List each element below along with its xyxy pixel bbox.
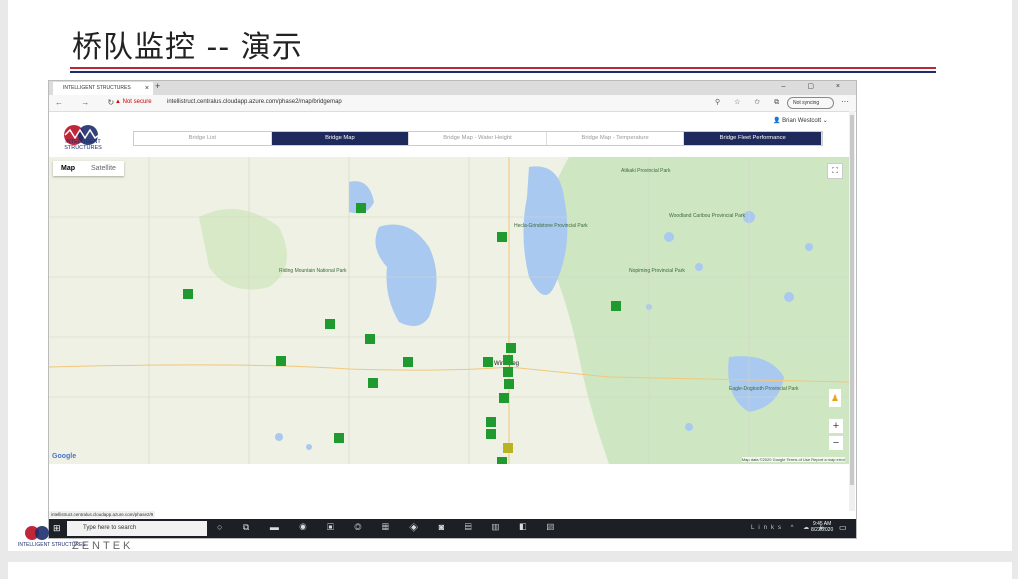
map-type-control: Map Satellite [53,161,124,176]
fullscreen-icon[interactable]: ⛶ [827,163,843,179]
zoom-in-button[interactable]: + [829,419,843,433]
place-riding-mountain: Riding Mountain National Park [279,268,347,274]
window-controls[interactable]: – ▢ × [782,82,850,90]
address-bar: ← → ↻ ▲ Not secure intellistruct.central… [49,95,856,112]
map-attribution[interactable]: Map data ©2020 Google Terms of Use Repor… [741,457,845,462]
page-scrollbar[interactable] [849,111,855,511]
bridge-marker[interactable] [503,367,513,377]
more-icon[interactable]: ⋯ [841,97,849,106]
footer-brand: ZENTEK [72,540,134,552]
bridge-marker[interactable] [504,379,514,389]
taskbar-search-input[interactable]: Type here to search [67,521,207,536]
windows-start-icon[interactable]: ⊞ [53,523,61,534]
browser-tab-title: INTELLIGENT STRUCTURES [63,85,131,91]
place-nopiming: Nopiming Provincial Park [629,268,685,274]
google-logo: Google [52,453,77,460]
bridge-marker[interactable] [334,433,344,443]
map-type-map[interactable]: Map [53,161,83,176]
sync-button[interactable]: Not syncing [787,97,835,109]
bridge-marker[interactable] [276,356,286,366]
slide-title: 桥队监控 -- 演示 [72,30,303,65]
bridge-marker[interactable] [365,334,375,344]
bridge-marker[interactable] [486,417,496,427]
bridge-marker[interactable] [611,301,621,311]
place-eagle-dogtooth: Eagle-Dogtooth Provincial Park [729,386,799,392]
bridge-marker[interactable] [506,343,516,353]
bridge-marker[interactable] [403,357,413,367]
tab-bridge-map-water-height[interactable]: Bridge Map - Water Height [409,132,547,145]
title-rule-red [70,67,936,69]
tab-bridge-fleet-performance[interactable]: Bridge Fleet Performance [684,132,822,145]
url-field[interactable]: intellistruct.centralus.cloudapp.azure.c… [167,99,342,105]
browser-tab[interactable]: INTELLIGENT STRUCTURES × [53,82,153,95]
bridge-marker[interactable] [325,319,335,329]
tab-close-icon[interactable]: × [145,82,149,95]
next-slide-edge [8,562,1012,579]
clock-date: 8/22/2020 [811,527,834,533]
map-canvas[interactable]: Riding Mountain National Park Hecla-Grin… [49,157,849,464]
place-woodland-caribou: Woodland Caribou Provincial Park [669,213,746,219]
user-menu[interactable]: 👤 Brian Westcott ⌄ [773,117,828,124]
app-nav-tabs: Bridge List Bridge Map Bridge Map - Wate… [133,131,823,146]
title-rule-navy [70,71,936,73]
map-type-satellite[interactable]: Satellite [83,161,124,176]
bridge-marker[interactable] [183,289,193,299]
tab-bridge-map-temperature[interactable]: Bridge Map - Temperature [547,132,685,145]
place-hecla-grindstone: Hecla-Grindstone Provincial Park [514,223,588,229]
nav-icons[interactable]: ← → ↻ [55,98,122,107]
bridge-marker[interactable] [503,355,513,365]
notification-icon[interactable]: ▭ [839,523,847,532]
status-url: intellistruct.centralus.cloudapp.azure.c… [49,511,156,518]
place-atikaki: Atikaki Provincial Park [621,168,671,174]
bridge-marker[interactable] [497,232,507,242]
bridge-marker[interactable] [486,429,496,439]
taskbar-app-icons[interactable]: ○ ⧉ ▬ ◉ ▣ ◎ ▦ ◈ ◙ ▤ ▥ ◧ ▨ [217,522,563,533]
bridge-marker[interactable] [499,393,509,403]
bridge-marker[interactable] [368,378,378,388]
scrollbar-thumb[interactable] [850,115,854,485]
pegman-icon[interactable]: ♟ [829,389,841,407]
taskbar-clock[interactable]: 9:45 AM 8/22/2020 [811,521,833,533]
bridge-marker[interactable] [356,203,366,213]
zoom-out-button[interactable]: − [829,436,843,450]
bridge-marker-warning[interactable] [503,443,513,453]
bridge-marker[interactable] [483,357,493,367]
embedded-screenshot: INTELLIGENT STRUCTURES × + – ▢ × ← → ↻ ▲… [48,80,857,539]
browser-tabbar: INTELLIGENT STRUCTURES × + – ▢ × [49,81,856,95]
address-icons[interactable]: ⚲ ☆ ✩ ⧉ [715,98,785,107]
new-tab-button[interactable]: + [155,81,160,91]
tab-bridge-list[interactable]: Bridge List [134,132,272,145]
bridge-map[interactable]: Riding Mountain National Park Hecla-Grin… [49,157,849,464]
tab-bridge-map[interactable]: Bridge Map [271,132,410,145]
logo-text: INTELLIGENT STRUCTURES [64,139,102,151]
windows-taskbar: ⊞ Type here to search ○ ⧉ ▬ ◉ ▣ ◎ ▦ ◈ ◙ … [49,519,856,538]
security-warning: ▲ Not secure [115,99,152,105]
bridge-marker[interactable] [497,457,507,464]
